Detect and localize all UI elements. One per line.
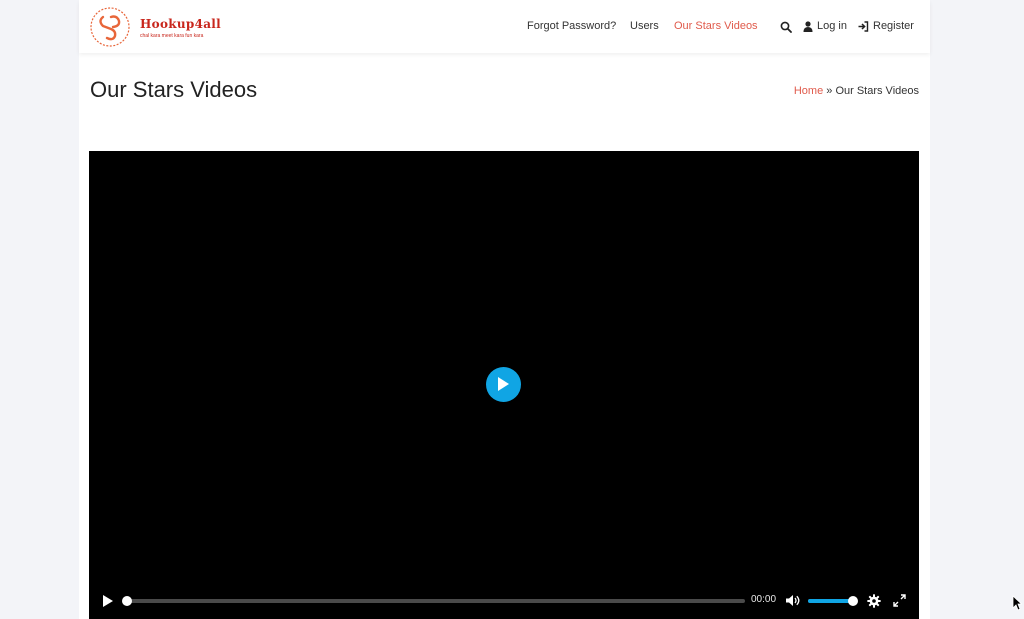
mouse-cursor-icon	[1012, 595, 1022, 611]
sign-in-icon	[858, 21, 869, 32]
nav-our-stars-videos[interactable]: Our Stars Videos	[674, 20, 758, 32]
breadcrumb-separator: »	[826, 85, 833, 97]
current-time: 00:00	[751, 594, 777, 605]
volume-slider[interactable]	[808, 596, 858, 606]
logo-name: Hookup4all	[140, 17, 222, 31]
volume-handle[interactable]	[848, 596, 858, 606]
page-title: Our Stars Videos	[90, 77, 258, 102]
volume-level	[808, 599, 853, 603]
logo-tagline: chal kara meet kara fun kara	[140, 33, 204, 39]
page-container: Hookup4all chal kara meet kara fun kara …	[79, 0, 930, 619]
fullscreen-icon[interactable]	[893, 594, 906, 607]
settings-icon[interactable]	[867, 594, 881, 608]
progress-handle[interactable]	[122, 596, 132, 606]
breadcrumb: Home » Our Stars Videos	[794, 85, 919, 97]
register-label: Register	[873, 20, 914, 32]
logo-mark-icon	[90, 7, 130, 47]
user-icon	[803, 21, 813, 32]
play-icon	[498, 377, 509, 391]
nav-login[interactable]: Log in	[803, 20, 847, 32]
breadcrumb-home[interactable]: Home	[794, 85, 823, 97]
site-logo[interactable]: Hookup4all chal kara meet kara fun kara	[88, 4, 248, 50]
big-play-button[interactable]	[486, 367, 521, 402]
nav-register[interactable]: Register	[858, 20, 914, 32]
volume-icon[interactable]	[785, 594, 800, 607]
login-label: Log in	[817, 20, 847, 32]
breadcrumb-current: Our Stars Videos	[835, 85, 919, 97]
play-button[interactable]	[102, 594, 114, 608]
video-player[interactable]: 00:00	[89, 151, 919, 619]
nav-forgot-password[interactable]: Forgot Password?	[527, 20, 616, 32]
progress-bar[interactable]	[122, 596, 745, 606]
site-header: Hookup4all chal kara meet kara fun kara …	[79, 0, 930, 53]
player-controls: 00:00	[89, 575, 919, 619]
search-icon[interactable]	[780, 21, 792, 33]
nav-users[interactable]: Users	[630, 20, 659, 32]
